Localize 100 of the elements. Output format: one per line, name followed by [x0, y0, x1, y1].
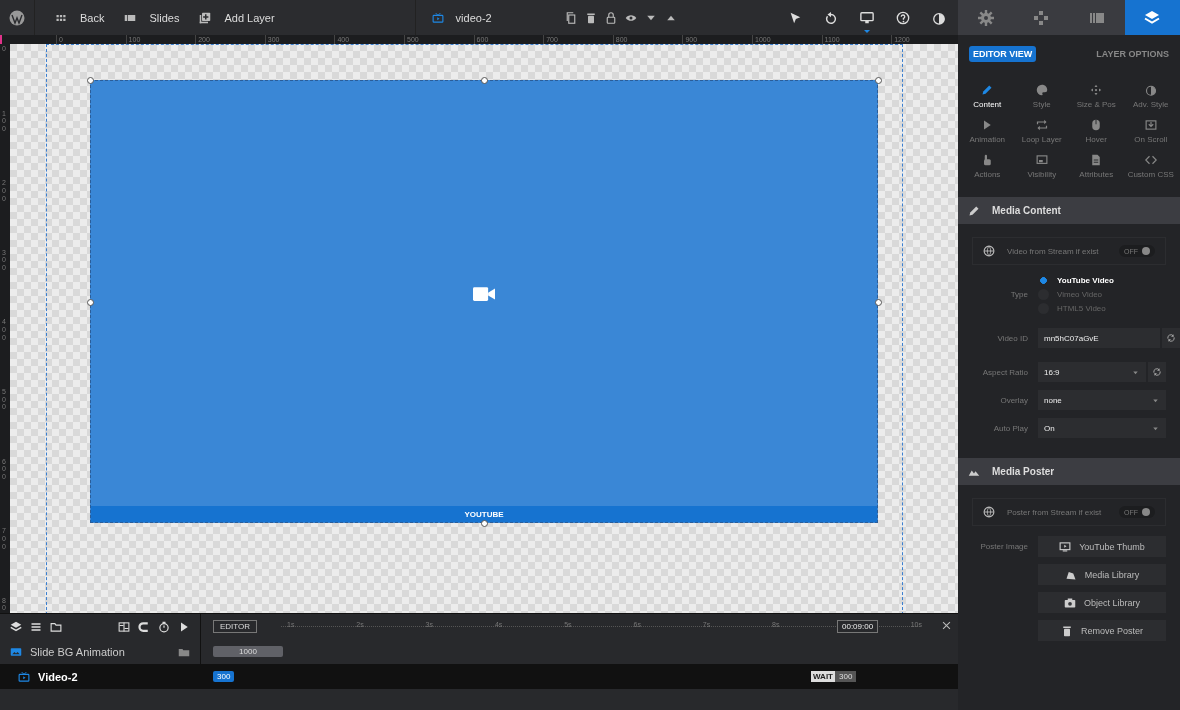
layer-label: YOUTUBE — [91, 506, 877, 522]
sync-button[interactable] — [1148, 362, 1166, 382]
wait-value: 300 — [835, 671, 857, 682]
timeline-bar[interactable]: 1000 — [213, 646, 283, 657]
palette-icon — [1035, 84, 1048, 96]
toolbar-button[interactable]: Back — [55, 0, 105, 35]
wait-tag: WAIT — [811, 671, 835, 682]
option-tab[interactable]: Animation — [960, 119, 1015, 144]
trash-icon[interactable] — [584, 11, 597, 24]
poster-button[interactable]: Remove Poster — [1038, 620, 1166, 641]
section-title: Media Content — [992, 205, 1061, 216]
timeline-layer[interactable]: Video-2 — [0, 664, 201, 689]
folder-icon[interactable] — [50, 620, 62, 633]
section-header[interactable]: Media Content — [958, 197, 1180, 224]
editor-button[interactable]: EDITOR — [213, 620, 258, 633]
settings-icon — [977, 9, 994, 26]
view-tab[interactable]: LAYER OPTIONS — [1096, 47, 1169, 61]
radio-option[interactable]: YouTube Video — [1038, 275, 1166, 286]
time-display: 00:09:00 — [837, 620, 879, 633]
toolbar-button[interactable]: Slides — [124, 0, 180, 35]
option-tab[interactable]: Size & Pos — [1069, 84, 1124, 109]
globe-icon — [983, 245, 995, 257]
wordpress-logo-icon[interactable] — [9, 9, 25, 26]
help-icon[interactable] — [896, 10, 910, 25]
contrast-icon[interactable] — [932, 10, 946, 25]
option-tab[interactable]: Actions — [960, 154, 1015, 179]
timeline-bar[interactable]: 300 — [213, 671, 235, 682]
video-layer[interactable]: YOUTUBE — [90, 80, 878, 523]
option-tab[interactable]: Attributes — [1069, 154, 1124, 179]
list-icon[interactable] — [30, 620, 42, 633]
tv-icon — [1059, 540, 1072, 553]
resize-handle[interactable] — [87, 298, 94, 306]
magnet-icon[interactable] — [138, 620, 150, 633]
undo-icon[interactable] — [824, 10, 838, 25]
layer-name: video-2 — [455, 11, 492, 24]
loop-icon — [1035, 119, 1048, 131]
layers-icon[interactable] — [10, 620, 22, 633]
field-label: Auto Play — [992, 423, 1028, 433]
layer-title: Video-2 — [38, 670, 78, 683]
section-header[interactable]: Media Poster — [958, 458, 1180, 485]
cursor-icon[interactable] — [788, 10, 802, 25]
option-tab[interactable]: Content — [960, 84, 1015, 109]
monitor-icon[interactable] — [860, 10, 874, 25]
copy-icon[interactable] — [564, 11, 577, 24]
section-title: Media Poster — [992, 466, 1055, 477]
play-icon[interactable] — [178, 620, 190, 633]
select-field[interactable]: On — [1038, 418, 1166, 438]
input-field[interactable]: mn5hC07aGvE — [1038, 328, 1160, 348]
nodes-icon — [1033, 9, 1050, 26]
code-icon — [1144, 154, 1157, 166]
sync-button[interactable] — [1162, 328, 1180, 348]
field-label: Aspect Ratio — [981, 367, 1028, 377]
option-tab[interactable]: Adv. Style — [1123, 84, 1178, 109]
pencil-icon — [981, 84, 994, 96]
lock-icon[interactable] — [604, 11, 617, 24]
timer-icon[interactable] — [158, 620, 170, 633]
sync-icon — [1152, 367, 1162, 377]
scroll-icon — [1144, 119, 1157, 131]
option-tab[interactable]: Hover — [1069, 119, 1124, 144]
option-tab[interactable]: Visibility — [1014, 154, 1069, 179]
resize-handle[interactable] — [875, 77, 882, 84]
select-field[interactable]: 16:9 — [1038, 362, 1146, 382]
field-label: Poster Image — [979, 541, 1028, 553]
radio-option[interactable]: Vimeo Video — [1038, 289, 1166, 300]
pencil-icon — [968, 204, 980, 217]
poster-button[interactable]: YouTube Thumb — [1038, 536, 1166, 557]
field-label: Type — [1009, 290, 1028, 299]
option-tab[interactable]: Custom CSS — [1123, 154, 1178, 179]
camera-icon — [1064, 596, 1076, 609]
mouse-icon — [1090, 119, 1103, 131]
field-label: Video ID — [996, 333, 1028, 343]
file-icon — [1090, 154, 1103, 166]
video-layer-icon — [431, 11, 444, 24]
toolbar-button[interactable]: Add Layer — [199, 0, 275, 35]
select-field[interactable]: none — [1038, 390, 1166, 410]
resize-handle[interactable] — [87, 77, 94, 84]
split-icon[interactable] — [118, 620, 130, 633]
poster-button[interactable]: Media Library — [1038, 564, 1166, 585]
layer-title: Slide BG Animation — [30, 645, 125, 658]
option-tab[interactable]: On Scroll — [1123, 119, 1178, 144]
option-tab[interactable]: Style — [1014, 84, 1069, 109]
resize-handle[interactable] — [875, 298, 882, 306]
screen-icon — [1035, 154, 1048, 166]
resize-handle[interactable] — [481, 77, 488, 84]
sync-icon — [1166, 333, 1176, 343]
close-icon[interactable] — [941, 620, 952, 631]
option-tab[interactable]: Loop Layer — [1014, 119, 1069, 144]
contrast-icon — [1144, 84, 1157, 96]
add-layer-icon — [199, 11, 212, 24]
poster-button[interactable]: Object Library — [1038, 592, 1166, 613]
field-label: Overlay — [999, 395, 1028, 405]
resize-handle[interactable] — [481, 520, 488, 527]
view-tab[interactable]: EDITOR VIEW — [969, 46, 1037, 62]
trash-icon — [1061, 624, 1073, 637]
panel-tab[interactable] — [1124, 0, 1180, 35]
hand-icon — [981, 154, 994, 166]
layers-icon — [1144, 9, 1161, 26]
video-layer-icon — [18, 670, 30, 683]
toggle-label: Poster from Stream if exist — [1007, 507, 1102, 517]
toggle-label: Video from Stream if exist — [1007, 246, 1099, 256]
